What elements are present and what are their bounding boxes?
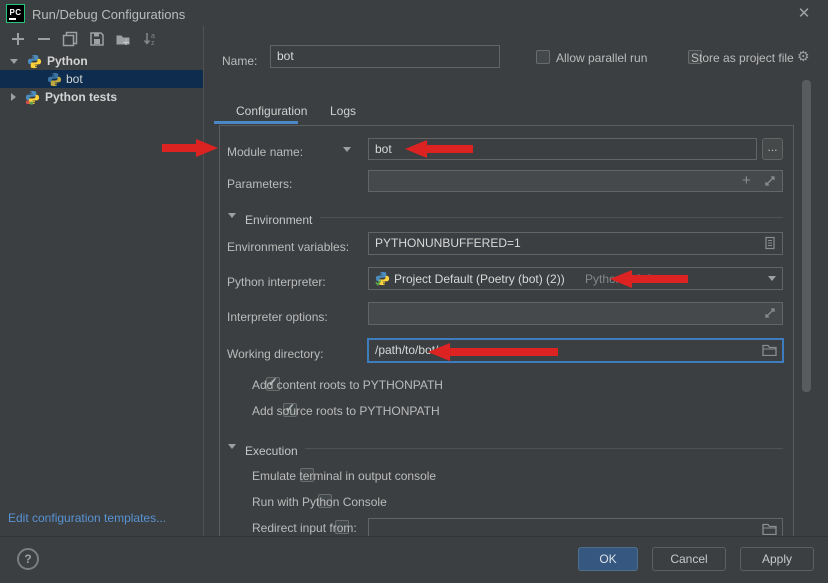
scrollbar-thumb[interactable] bbox=[802, 80, 811, 392]
allow-parallel-run-checkbox[interactable] bbox=[536, 50, 550, 64]
execution-section-line bbox=[305, 448, 783, 449]
svg-text:z: z bbox=[151, 40, 155, 47]
interpreter-options-expand-icon[interactable] bbox=[763, 306, 777, 320]
chevron-down-icon[interactable] bbox=[10, 59, 18, 64]
interpreter-options-input[interactable] bbox=[368, 302, 783, 325]
python-interpreter-label: Python interpreter: bbox=[227, 271, 326, 293]
parameters-expand-icon[interactable] bbox=[763, 174, 777, 188]
module-name-label: Module name: bbox=[227, 141, 303, 163]
cancel-button[interactable]: Cancel bbox=[652, 547, 726, 571]
redirect-input-label: Redirect input from: bbox=[252, 521, 357, 535]
tree-item-bot-selected[interactable]: bot bbox=[0, 70, 203, 88]
pycharm-logo-icon: PC bbox=[6, 4, 25, 23]
python-interpreter-value: Project Default (Poetry (bot) (2)) bbox=[394, 272, 565, 286]
close-icon[interactable]: ✕ bbox=[794, 4, 814, 22]
annotation-arrow-module-name-label bbox=[162, 139, 218, 157]
gear-icon[interactable]: ⚙ bbox=[797, 48, 810, 65]
tree-item-label: Python bbox=[47, 52, 88, 70]
environment-variables-label: Environment variables: bbox=[227, 236, 349, 258]
parameters-input[interactable] bbox=[368, 170, 783, 192]
python-tests-icon bbox=[25, 90, 40, 105]
tree-item-label: bot bbox=[66, 70, 83, 88]
copy-configuration-icon[interactable] bbox=[62, 31, 78, 47]
module-name-input[interactable]: bot bbox=[368, 138, 757, 160]
store-as-project-file-label: Store as project file bbox=[691, 51, 794, 65]
redirect-input-folder-icon[interactable] bbox=[762, 522, 777, 535]
module-name-browse-button[interactable]: ... bbox=[762, 138, 783, 160]
tab-configuration[interactable]: Configuration bbox=[236, 104, 307, 118]
tree-item-python[interactable]: Python bbox=[0, 52, 203, 70]
tab-logs[interactable]: Logs bbox=[330, 104, 356, 118]
python-icon bbox=[47, 72, 62, 87]
parameters-label: Parameters: bbox=[227, 173, 292, 195]
apply-button[interactable]: Apply bbox=[740, 547, 814, 571]
new-folder-icon[interactable] bbox=[115, 31, 131, 47]
run-with-python-console-label: Run with Python Console bbox=[252, 495, 387, 509]
help-button[interactable]: ? bbox=[17, 548, 39, 570]
tree-item-python-tests[interactable]: Python tests bbox=[0, 88, 203, 106]
parameters-add-icon[interactable]: + bbox=[742, 172, 751, 189]
sidebar-divider bbox=[203, 26, 204, 536]
ok-button[interactable]: OK bbox=[578, 547, 638, 571]
active-tab-underline bbox=[214, 121, 298, 124]
add-content-roots-label: Add content roots to PYTHONPATH bbox=[252, 378, 443, 392]
environment-variables-input[interactable]: PYTHONUNBUFFERED=1 bbox=[368, 232, 783, 255]
python-interpreter-dropdown-icon[interactable] bbox=[768, 276, 776, 281]
emulate-terminal-label: Emulate terminal in output console bbox=[252, 469, 436, 483]
module-name-dropdown-icon[interactable] bbox=[343, 147, 351, 152]
environment-variables-list-icon[interactable] bbox=[763, 236, 777, 250]
footer-divider bbox=[0, 536, 828, 537]
sort-configurations-icon[interactable]: a z bbox=[142, 31, 158, 47]
interpreter-options-label: Interpreter options: bbox=[227, 306, 328, 328]
working-directory-input[interactable]: /path/to/bot/ bbox=[367, 338, 784, 363]
execution-section-title: Execution bbox=[245, 440, 298, 462]
save-configuration-icon[interactable] bbox=[89, 31, 105, 47]
environment-section-line bbox=[320, 217, 783, 218]
working-directory-label: Working directory: bbox=[227, 343, 323, 365]
environment-section-title: Environment bbox=[245, 209, 312, 231]
python-icon bbox=[27, 54, 42, 69]
allow-parallel-run-label: Allow parallel run bbox=[556, 51, 647, 65]
remove-configuration-icon[interactable] bbox=[36, 31, 52, 47]
redirect-input-field[interactable] bbox=[368, 518, 783, 536]
name-label: Name: bbox=[222, 50, 257, 72]
edit-configuration-templates-link[interactable]: Edit configuration templates... bbox=[8, 511, 166, 525]
environment-section-collapse-icon[interactable] bbox=[228, 213, 236, 218]
chevron-right-icon[interactable] bbox=[11, 93, 16, 101]
python-interpreter-version: Python 3.9.6 bbox=[585, 272, 652, 286]
add-source-roots-label: Add source roots to PYTHONPATH bbox=[252, 404, 440, 418]
execution-section-collapse-icon[interactable] bbox=[228, 444, 236, 449]
name-input[interactable]: bot bbox=[270, 45, 500, 68]
tree-item-label: Python tests bbox=[45, 88, 117, 106]
svg-text:a: a bbox=[151, 33, 155, 40]
python-interpreter-icon bbox=[375, 271, 390, 286]
window-title: Run/Debug Configurations bbox=[32, 7, 185, 22]
working-directory-folder-icon[interactable] bbox=[762, 343, 777, 356]
add-configuration-icon[interactable] bbox=[10, 31, 26, 47]
